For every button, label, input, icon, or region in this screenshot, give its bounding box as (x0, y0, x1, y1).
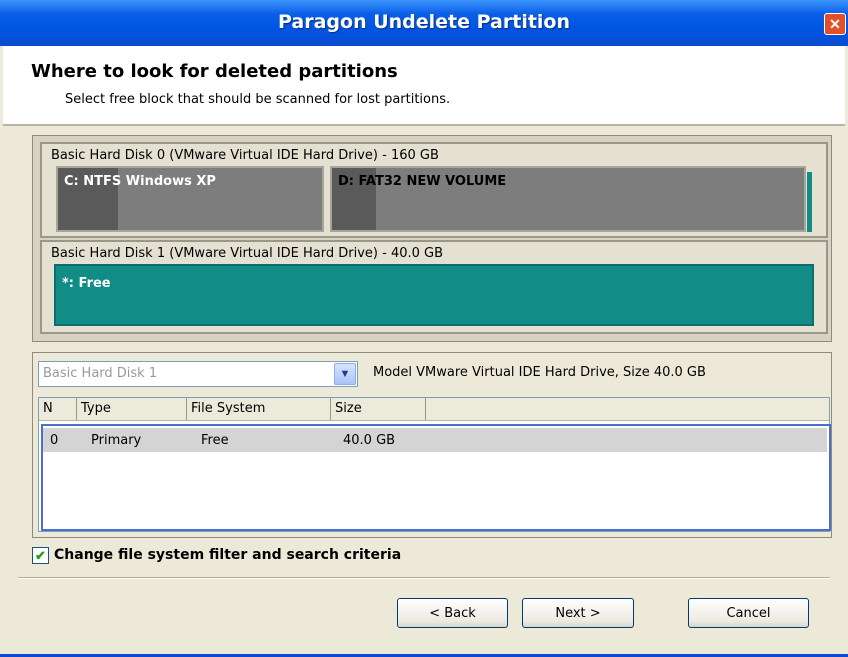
partition-c-label: C: NTFS Windows XP (64, 174, 216, 189)
disk-0-block[interactable]: Basic Hard Disk 0 (VMware Virtual IDE Ha… (40, 142, 828, 238)
partition-d[interactable]: D: FAT32 NEW VOLUME (330, 166, 806, 232)
free-block-label: *: Free (62, 276, 111, 291)
column-header-file-system[interactable]: File System (187, 398, 331, 420)
column-header-type[interactable]: Type (77, 398, 187, 420)
back-button[interactable]: < Back (397, 598, 508, 628)
cell-size: 40.0 GB (343, 433, 396, 448)
free-block[interactable]: *: Free (54, 264, 814, 326)
checkmark-icon: ✔ (35, 548, 46, 563)
disk-map-panel: Basic Hard Disk 0 (VMware Virtual IDE Ha… (32, 135, 832, 342)
disk-select-dropdown[interactable]: Basic Hard Disk 1 ▼ (38, 361, 358, 387)
cell-file-system: Free (201, 433, 229, 448)
cell-type: Primary (91, 433, 142, 448)
close-button[interactable]: ✕ (824, 13, 846, 35)
unallocated-marker[interactable] (807, 172, 812, 232)
cancel-button[interactable]: Cancel (688, 598, 809, 628)
cell-n: 0 (50, 433, 59, 448)
disk-1-block[interactable]: Basic Hard Disk 1 (VMware Virtual IDE Ha… (40, 240, 828, 334)
footer-divider (18, 577, 830, 579)
wizard-header: Where to look for deleted partitions Sel… (3, 46, 845, 126)
table-header: N Type File System Size (39, 398, 829, 421)
page-subtitle: Select free block that should be scanned… (65, 92, 451, 107)
next-button[interactable]: Next > (522, 598, 634, 628)
partition-table: N Type File System Size 0 Primary Free 4… (38, 397, 831, 532)
table-body: 0 Primary Free 40.0 GB (41, 424, 831, 531)
disk-model-info: Model VMware Virtual IDE Hard Drive, Siz… (373, 365, 706, 380)
disk-select-value: Basic Hard Disk 1 (43, 366, 158, 381)
column-header-size[interactable]: Size (331, 398, 426, 420)
disk-0-label: Basic Hard Disk 0 (VMware Virtual IDE Ha… (51, 148, 439, 163)
filter-checkbox[interactable]: ✔ (32, 547, 49, 564)
window-title: Paragon Undelete Partition (277, 11, 571, 33)
page-title: Where to look for deleted partitions (31, 61, 398, 82)
filter-checkbox-label[interactable]: Change file system filter and search cri… (54, 547, 401, 563)
chevron-down-icon[interactable]: ▼ (334, 363, 356, 385)
disk-details-panel: Basic Hard Disk 1 ▼ Model VMware Virtual… (32, 352, 832, 538)
column-header-n[interactable]: N (39, 398, 77, 420)
table-row[interactable]: 0 Primary Free 40.0 GB (43, 428, 827, 452)
dialog-window: Paragon Undelete Partition ✕ Where to lo… (0, 0, 848, 657)
disk-1-label: Basic Hard Disk 1 (VMware Virtual IDE Ha… (51, 246, 444, 261)
partition-d-label: D: FAT32 NEW VOLUME (338, 174, 507, 189)
title-bar[interactable]: Paragon Undelete Partition ✕ (0, 0, 848, 46)
close-icon: ✕ (829, 16, 841, 32)
partition-c[interactable]: C: NTFS Windows XP (56, 166, 324, 232)
